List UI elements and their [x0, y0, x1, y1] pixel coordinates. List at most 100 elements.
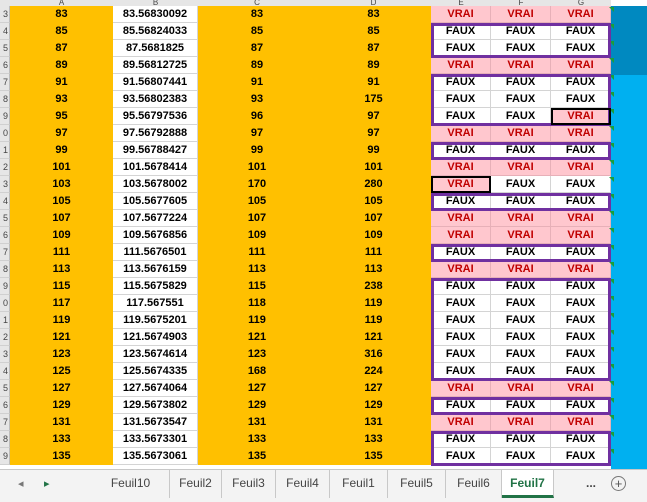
cell-c[interactable]: 105	[198, 193, 316, 210]
cell-b[interactable]: 117.567551	[113, 295, 198, 312]
cell-d[interactable]: 87	[316, 40, 431, 57]
row-header[interactable]: 4	[0, 193, 10, 210]
cell-a[interactable]: 99	[10, 142, 113, 159]
cell-d[interactable]: 99	[316, 142, 431, 159]
cell-c[interactable]: 129	[198, 397, 316, 414]
cell-f[interactable]: VRAI	[491, 125, 551, 142]
cell-a[interactable]: 87	[10, 40, 113, 57]
cell-c[interactable]: 131	[198, 414, 316, 431]
sheet-tab-feuil7[interactable]: Feuil7	[502, 470, 554, 498]
row-header[interactable]: 4	[0, 23, 10, 40]
cell-b[interactable]: 105.5677605	[113, 193, 198, 210]
cell-b[interactable]: 125.5674335	[113, 363, 198, 380]
cell-f[interactable]: FAUX	[491, 278, 551, 295]
cell-e[interactable]: FAUX	[431, 108, 491, 125]
cell-e[interactable]: VRAI	[431, 261, 491, 278]
cell-f[interactable]: FAUX	[491, 193, 551, 210]
cell-g[interactable]: FAUX	[551, 346, 611, 363]
cell-g[interactable]: FAUX	[551, 363, 611, 380]
cell-c[interactable]: 109	[198, 227, 316, 244]
cell-c[interactable]: 119	[198, 312, 316, 329]
cell-e[interactable]: FAUX	[431, 295, 491, 312]
cell-a[interactable]: 83	[10, 6, 113, 23]
cell-c[interactable]: 89	[198, 57, 316, 74]
cell-b[interactable]: 91.56807441	[113, 74, 198, 91]
cell-e[interactable]: VRAI	[431, 176, 491, 193]
cell-d[interactable]: 97	[316, 125, 431, 142]
more-tabs-button[interactable]: ...	[578, 470, 604, 498]
cell-g[interactable]: FAUX	[551, 23, 611, 40]
cell-b[interactable]: 115.5675829	[113, 278, 198, 295]
cell-f[interactable]: FAUX	[491, 363, 551, 380]
cell-d[interactable]: 101	[316, 159, 431, 176]
cell-g[interactable]: FAUX	[551, 295, 611, 312]
cell-a[interactable]: 127	[10, 380, 113, 397]
cell-b[interactable]: 95.56797536	[113, 108, 198, 125]
row-header[interactable]: 0	[0, 295, 10, 312]
cell-d[interactable]: 89	[316, 57, 431, 74]
cell-g[interactable]: FAUX	[551, 74, 611, 91]
cell-a[interactable]: 91	[10, 74, 113, 91]
row-header[interactable]: 2	[0, 159, 10, 176]
cell-c[interactable]: 111	[198, 244, 316, 261]
cell-a[interactable]: 85	[10, 23, 113, 40]
cell-a[interactable]: 103	[10, 176, 113, 193]
cell-d[interactable]: 113	[316, 261, 431, 278]
next-sheet-icon[interactable]: ▸	[44, 477, 50, 490]
cell-f[interactable]: VRAI	[491, 414, 551, 431]
cell-f[interactable]: FAUX	[491, 40, 551, 57]
cell-f[interactable]: VRAI	[491, 6, 551, 23]
cell-g[interactable]: FAUX	[551, 397, 611, 414]
cell-b[interactable]: 135.5673061	[113, 448, 198, 465]
row-header[interactable]: 5	[0, 380, 10, 397]
cell-b[interactable]: 89.56812725	[113, 57, 198, 74]
cell-f[interactable]: FAUX	[491, 108, 551, 125]
cell-g[interactable]: FAUX	[551, 329, 611, 346]
cell-g[interactable]: VRAI	[551, 414, 611, 431]
cell-a[interactable]: 115	[10, 278, 113, 295]
row-header[interactable]: 4	[0, 363, 10, 380]
row-header[interactable]: 8	[0, 91, 10, 108]
cell-c[interactable]: 123	[198, 346, 316, 363]
cell-c[interactable]: 97	[198, 125, 316, 142]
cell-e[interactable]: VRAI	[431, 414, 491, 431]
cell-g[interactable]: VRAI	[551, 227, 611, 244]
row-header[interactable]: 3	[0, 346, 10, 363]
cell-b[interactable]: 97.56792888	[113, 125, 198, 142]
cell-f[interactable]: VRAI	[491, 57, 551, 74]
cell-c[interactable]: 135	[198, 448, 316, 465]
cell-e[interactable]: VRAI	[431, 227, 491, 244]
cell-a[interactable]: 117	[10, 295, 113, 312]
cell-g[interactable]: VRAI	[551, 210, 611, 227]
sheet-tab-feuil2[interactable]: Feuil2	[170, 470, 222, 498]
cell-d[interactable]: 107	[316, 210, 431, 227]
row-header[interactable]: 3	[0, 6, 10, 23]
add-sheet-icon[interactable]: +	[611, 476, 626, 491]
row-header[interactable]: 9	[0, 278, 10, 295]
cell-c[interactable]: 99	[198, 142, 316, 159]
row-header[interactable]: 9	[0, 448, 10, 465]
cell-e[interactable]: VRAI	[431, 125, 491, 142]
cell-g[interactable]: FAUX	[551, 193, 611, 210]
row-header[interactable]: 6	[0, 57, 10, 74]
cell-d[interactable]: 109	[316, 227, 431, 244]
cell-e[interactable]: FAUX	[431, 91, 491, 108]
cell-f[interactable]: VRAI	[491, 210, 551, 227]
cell-g[interactable]: VRAI	[551, 125, 611, 142]
cell-c[interactable]: 127	[198, 380, 316, 397]
cell-f[interactable]: VRAI	[491, 159, 551, 176]
cell-e[interactable]: VRAI	[431, 210, 491, 227]
cell-f[interactable]: FAUX	[491, 431, 551, 448]
prev-sheet-icon[interactable]: ◂	[18, 477, 24, 490]
row-header[interactable]: 1	[0, 312, 10, 329]
cell-e[interactable]: FAUX	[431, 193, 491, 210]
cell-f[interactable]: FAUX	[491, 397, 551, 414]
cell-f[interactable]: FAUX	[491, 329, 551, 346]
cell-d[interactable]: 127	[316, 380, 431, 397]
cell-c[interactable]: 113	[198, 261, 316, 278]
cell-b[interactable]: 109.5676856	[113, 227, 198, 244]
cell-g[interactable]: FAUX	[551, 431, 611, 448]
cell-d[interactable]: 85	[316, 23, 431, 40]
cell-b[interactable]: 85.56824033	[113, 23, 198, 40]
row-header[interactable]: 7	[0, 74, 10, 91]
